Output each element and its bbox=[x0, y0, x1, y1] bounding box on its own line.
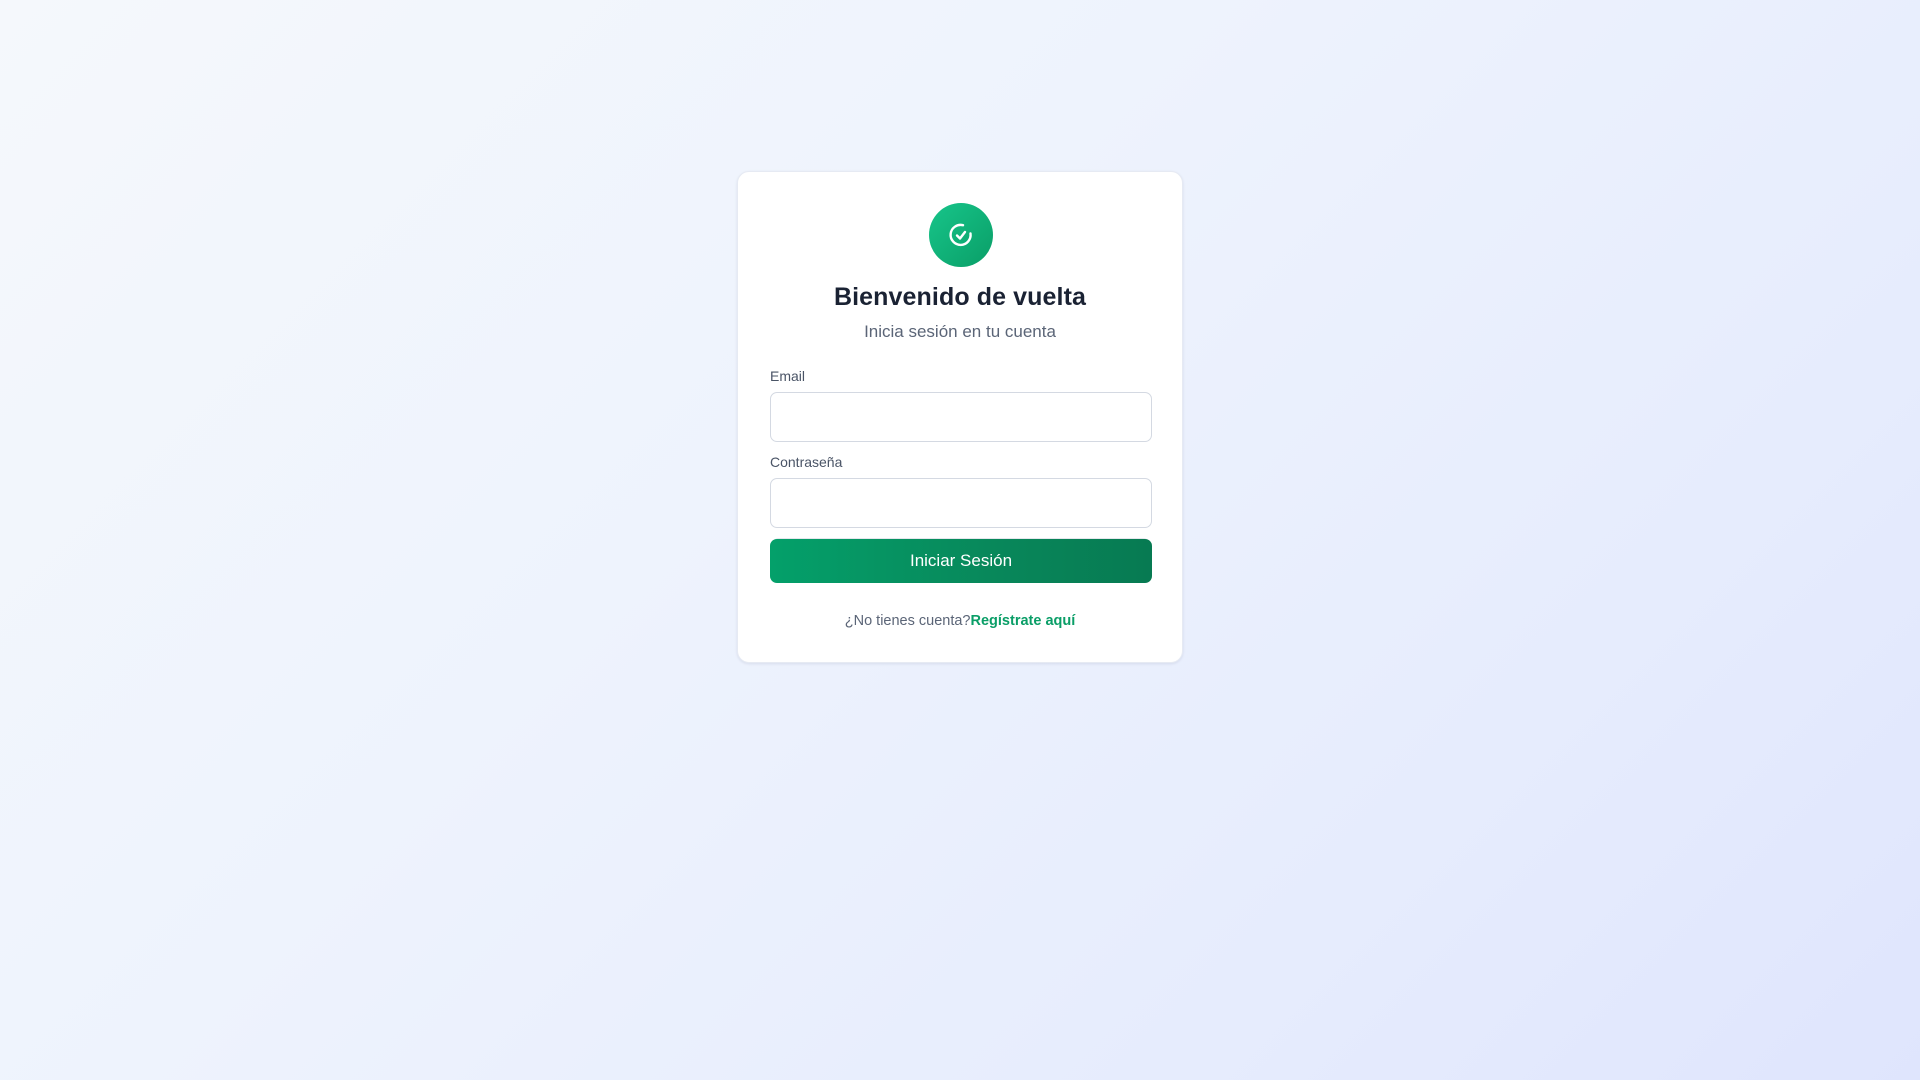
page-subtitle: Inicia sesión en tu cuenta bbox=[864, 322, 1056, 341]
login-button[interactable]: Iniciar Sesión bbox=[770, 539, 1152, 583]
check-circle-icon bbox=[949, 223, 972, 247]
signup-link[interactable]: Regístrate aquí bbox=[971, 613, 1076, 629]
password-field[interactable] bbox=[770, 478, 1152, 528]
email-field[interactable] bbox=[770, 392, 1152, 442]
password-label: Contraseña bbox=[770, 454, 843, 470]
signup-prompt-text: ¿No tienes cuenta? bbox=[844, 613, 971, 629]
email-label: Email bbox=[770, 368, 806, 384]
signup-prompt: ¿No tienes cuenta?Regístrate aquí bbox=[738, 613, 1182, 629]
page-title: Bienvenido de vuelta bbox=[833, 283, 1087, 311]
login-card: Bienvenido de vuelta Inicia sesión en tu… bbox=[737, 171, 1183, 663]
logo bbox=[929, 203, 993, 267]
